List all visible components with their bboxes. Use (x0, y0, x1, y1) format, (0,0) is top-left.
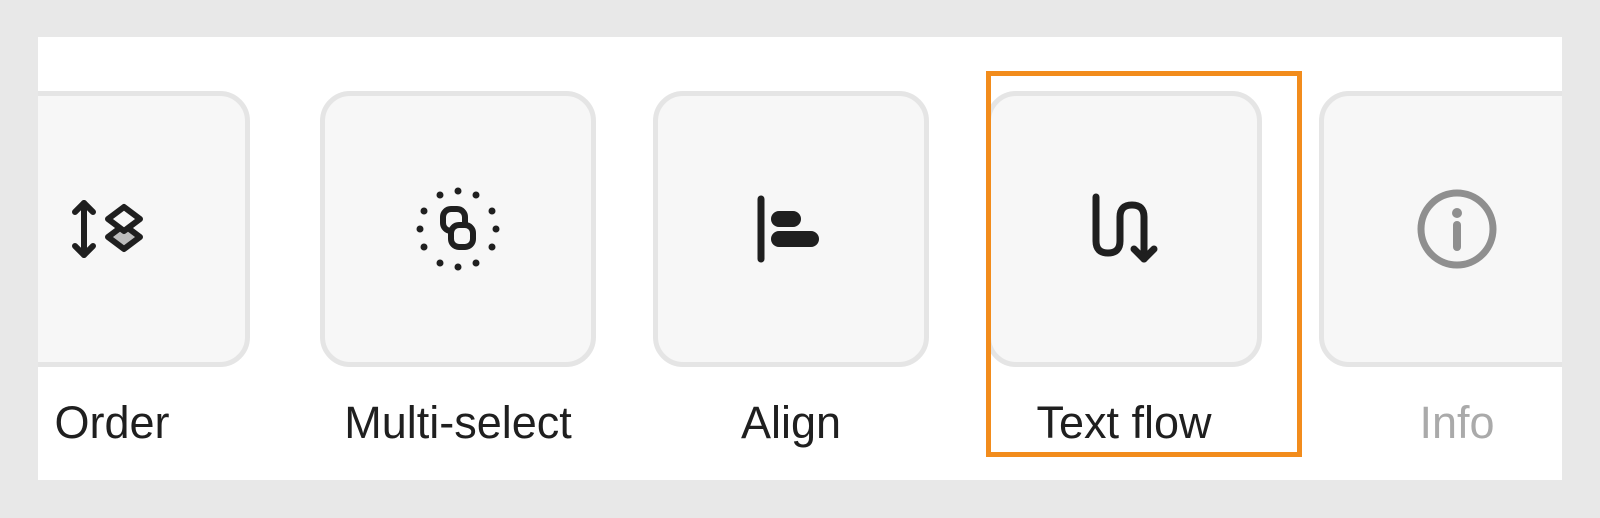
tool-info[interactable]: Info (1319, 37, 1562, 480)
text-flow-label: Text flow (1036, 397, 1212, 448)
align-label: Align (740, 397, 842, 448)
align-left-icon (757, 195, 819, 263)
info-label: Info (1419, 397, 1495, 448)
tool-panel: Order Multi-select Align Text flow Info (38, 37, 1562, 480)
align-button[interactable] (653, 91, 929, 367)
multi-select-icon (416, 187, 500, 271)
multi-select-label: Multi-select (344, 397, 572, 448)
tool-text-flow[interactable]: Text flow (986, 37, 1270, 480)
order-button[interactable] (38, 91, 250, 367)
tool-order[interactable]: Order (38, 37, 258, 480)
tool-multi-select[interactable]: Multi-select (320, 37, 604, 480)
tool-align[interactable]: Align (653, 37, 937, 480)
text-flow-icon (1092, 193, 1158, 263)
info-icon (1417, 189, 1497, 269)
info-button[interactable] (1319, 91, 1562, 367)
multi-select-button[interactable] (320, 91, 596, 367)
order-label: Order (54, 397, 170, 448)
text-flow-button[interactable] (986, 91, 1262, 367)
order-icon (72, 200, 143, 258)
